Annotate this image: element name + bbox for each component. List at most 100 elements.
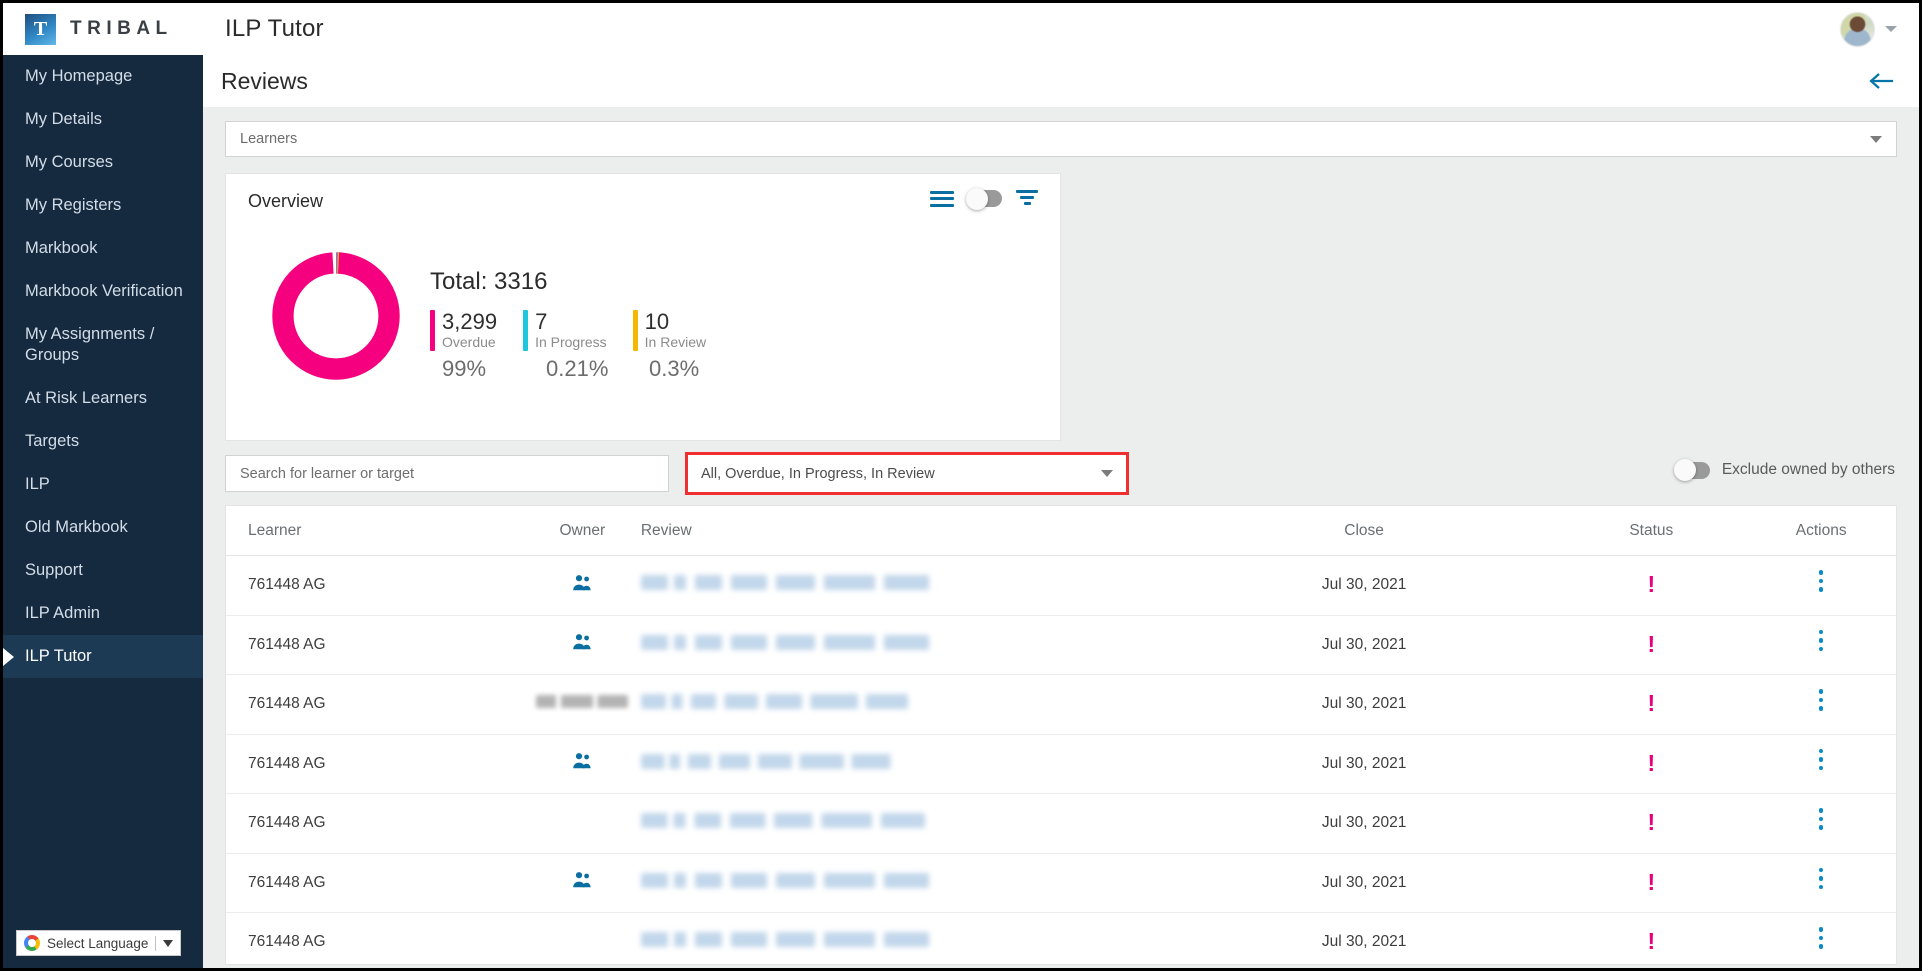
- overview-percentages: 99% 0.21% 0.3%: [430, 356, 732, 382]
- cell-review[interactable]: [640, 734, 1194, 794]
- people-group-icon[interactable]: [571, 633, 593, 656]
- chart-toggle[interactable]: [966, 187, 1002, 210]
- donut-svg: [272, 252, 400, 380]
- learners-select[interactable]: Learners: [225, 121, 1897, 157]
- cell-close: Jul 30, 2021: [1193, 615, 1535, 675]
- column-header-review[interactable]: Review: [640, 506, 1194, 556]
- table-row[interactable]: 761448 AG Jul 30, 2021!: [226, 615, 1896, 675]
- table-row[interactable]: 761448 AG Jul 30, 2021!: [226, 793, 1896, 854]
- sidebar-item-my-details[interactable]: My Details: [3, 98, 203, 141]
- cell-actions[interactable]: [1768, 912, 1896, 964]
- sidebar-item-support[interactable]: Support: [3, 549, 203, 592]
- cell-actions[interactable]: [1768, 615, 1896, 675]
- cell-actions[interactable]: [1768, 853, 1896, 913]
- cell-owner: [523, 912, 641, 964]
- people-group-icon[interactable]: [571, 871, 593, 894]
- column-header-status[interactable]: Status: [1534, 506, 1769, 556]
- language-selector[interactable]: Select Language: [16, 930, 182, 956]
- cell-actions[interactable]: [1768, 555, 1896, 616]
- sidebar-item-ilp-admin[interactable]: ILP Admin: [3, 592, 203, 635]
- application-window: T TRIBAL ILP Tutor My Homepage My Detail…: [0, 0, 1922, 971]
- language-selector-label: Select Language: [47, 935, 149, 951]
- kebab-menu-icon[interactable]: [1818, 570, 1824, 596]
- cell-review[interactable]: [640, 853, 1194, 913]
- brand-logo[interactable]: T TRIBAL: [3, 13, 203, 45]
- caret-down-icon[interactable]: [1101, 470, 1113, 477]
- reviews-table: Learner Owner Review Close Status Action…: [225, 505, 1897, 965]
- table-row[interactable]: 761448 AG Jul 30, 2021!: [226, 853, 1896, 913]
- review-link-redacted[interactable]: [640, 634, 941, 650]
- table-row[interactable]: 761448 AG Jul 30, 2021!: [226, 555, 1896, 616]
- column-header-owner[interactable]: Owner: [523, 506, 641, 556]
- chevron-down-icon[interactable]: [1885, 26, 1897, 32]
- sidebar-item-my-registers[interactable]: My Registers: [3, 184, 203, 227]
- kebab-menu-icon[interactable]: [1818, 867, 1824, 894]
- cell-learner: 761448 AG: [226, 912, 524, 964]
- review-link-redacted[interactable]: [640, 813, 937, 829]
- list-view-icon[interactable]: [930, 190, 954, 207]
- review-link-redacted[interactable]: [640, 753, 901, 769]
- sidebar-item-at-risk-learners[interactable]: At Risk Learners: [3, 377, 203, 420]
- caret-down-icon[interactable]: [1870, 135, 1882, 143]
- review-link-redacted[interactable]: [640, 932, 941, 948]
- status-filter-select[interactable]: All, Overdue, In Progress, In Review: [685, 452, 1129, 495]
- review-link-redacted[interactable]: [640, 575, 941, 591]
- avatar[interactable]: [1840, 11, 1875, 47]
- filter-icon[interactable]: [1016, 190, 1038, 208]
- review-link-redacted[interactable]: [640, 694, 919, 710]
- cell-status: !: [1534, 734, 1769, 794]
- kebab-menu-icon[interactable]: [1818, 748, 1824, 775]
- kebab-menu-icon[interactable]: [1818, 927, 1824, 953]
- sidebar-item-my-homepage[interactable]: My Homepage: [3, 55, 203, 98]
- people-group-icon[interactable]: [571, 752, 593, 775]
- table-body: 761448 AG Jul 30, 2021! 761448 AG Jul 30, 2…: [226, 555, 1896, 964]
- stat-color-swatch-overdue: [430, 310, 435, 351]
- cell-close: Jul 30, 2021: [1193, 734, 1535, 794]
- learners-select-value: Learners: [240, 131, 298, 147]
- sidebar-item-my-assignments-groups[interactable]: My Assignments / Groups: [3, 313, 203, 377]
- cell-learner: 761448 AG: [226, 615, 524, 675]
- kebab-menu-icon[interactable]: [1818, 808, 1824, 834]
- cell-review[interactable]: [640, 674, 1194, 735]
- cell-actions[interactable]: [1768, 734, 1896, 794]
- column-header-close[interactable]: Close: [1193, 506, 1535, 556]
- overview-legend: 3,299 Overdue 7 In Progress 10 In Review: [430, 310, 732, 351]
- sidebar: My Homepage My Details My Courses My Reg…: [3, 55, 203, 968]
- stat-label-in-progress: In Progress: [535, 334, 607, 350]
- cell-actions[interactable]: [1768, 674, 1896, 735]
- table-row[interactable]: 761448 AG Jul 30, 2021!: [226, 912, 1896, 964]
- caret-down-icon[interactable]: [163, 939, 174, 947]
- sidebar-item-markbook-verification[interactable]: Markbook Verification: [3, 270, 203, 313]
- exclude-owned-switch[interactable]: [1673, 459, 1710, 481]
- exclude-owned-toggle[interactable]: Exclude owned by others: [1673, 459, 1895, 481]
- kebab-menu-icon[interactable]: [1818, 689, 1824, 715]
- arrow-left-icon[interactable]: [1867, 71, 1895, 91]
- column-header-learner[interactable]: Learner: [226, 506, 524, 556]
- cell-status: !: [1534, 853, 1769, 913]
- cell-review[interactable]: [640, 793, 1194, 854]
- owner-name-redacted: [536, 695, 629, 709]
- review-link-redacted[interactable]: [640, 872, 941, 888]
- cell-owner: [523, 615, 641, 675]
- sidebar-item-targets[interactable]: Targets: [3, 420, 203, 463]
- cell-actions[interactable]: [1768, 793, 1896, 854]
- table-row[interactable]: 761448 AG Jul 30, 2021!: [226, 734, 1896, 794]
- page-header: Reviews: [203, 55, 1919, 107]
- sidebar-item-my-courses[interactable]: My Courses: [3, 141, 203, 184]
- cell-review[interactable]: [640, 912, 1194, 964]
- kebab-menu-icon[interactable]: [1818, 629, 1824, 656]
- filters-row: Search for learner or target All, Overdu…: [225, 452, 1897, 495]
- sidebar-item-markbook[interactable]: Markbook: [3, 227, 203, 270]
- cell-status: !: [1534, 555, 1769, 616]
- stat-percent-in-progress: 0.21%: [546, 356, 609, 381]
- table-row[interactable]: 761448 AG Jul 30, 2021!: [226, 674, 1896, 735]
- exclude-owned-label: Exclude owned by others: [1721, 461, 1895, 478]
- cell-review[interactable]: [640, 555, 1194, 616]
- sidebar-item-ilp-tutor[interactable]: ILP Tutor: [3, 635, 203, 678]
- people-group-icon[interactable]: [571, 574, 593, 597]
- sidebar-item-ilp[interactable]: ILP: [3, 463, 203, 506]
- search-input[interactable]: Search for learner or target: [225, 455, 669, 492]
- cell-review[interactable]: [640, 615, 1194, 675]
- cell-status: !: [1534, 793, 1769, 854]
- sidebar-item-old-markbook[interactable]: Old Markbook: [3, 506, 203, 549]
